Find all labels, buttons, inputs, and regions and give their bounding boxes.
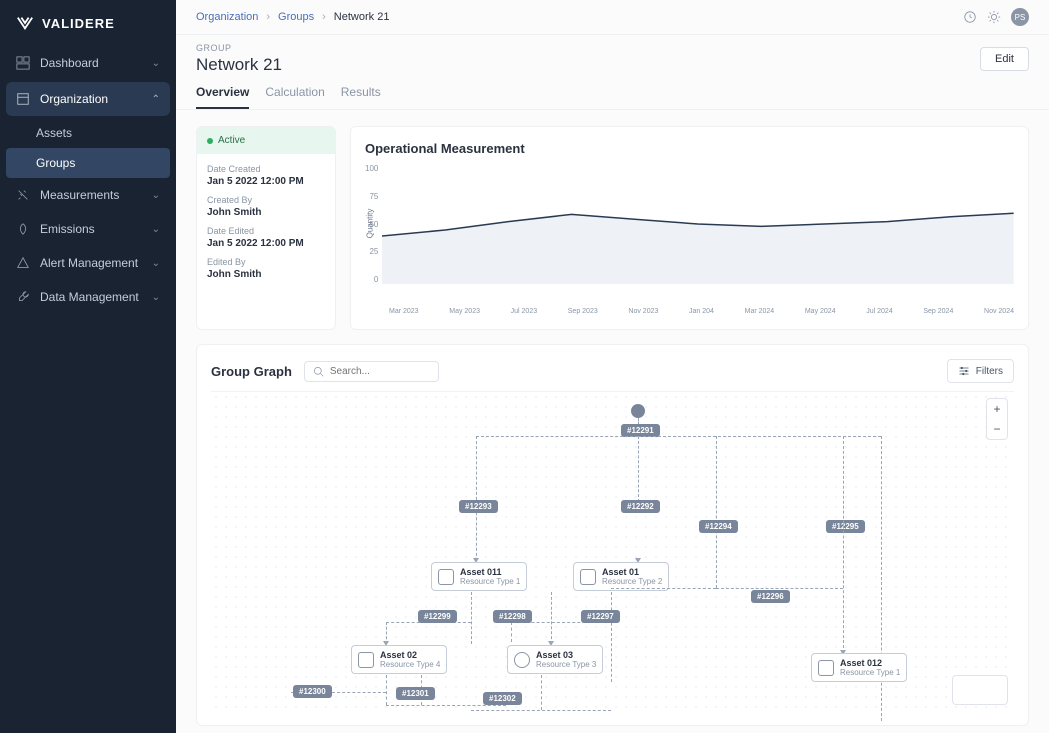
breadcrumb: Organization › Groups › Network 21 PS	[176, 0, 1049, 35]
info-panel: Active Date Created Jan 5 2022 12:00 PM …	[196, 126, 336, 330]
status-badge: Active	[197, 127, 335, 154]
date-edited-label: Date Edited	[207, 226, 325, 236]
sidebar-item-assets[interactable]: Assets	[0, 118, 176, 148]
date-edited-value: Jan 5 2022 12:00 PM	[207, 238, 325, 249]
tab-calculation[interactable]: Calculation	[265, 85, 324, 109]
edge-tag[interactable]: #12300	[293, 685, 332, 698]
zoom-controls: + −	[986, 398, 1008, 440]
status-dot-icon	[207, 138, 213, 144]
search-icon	[313, 366, 324, 377]
edge-tag[interactable]: #12302	[483, 692, 522, 705]
tabs: Overview Calculation Results	[196, 85, 1029, 109]
chevron-right-icon: ›	[266, 11, 270, 23]
x-axis: Mar 2023May 2023Jul 2023Sep 2023Nov 2023…	[365, 304, 1014, 315]
alert-icon	[16, 256, 30, 270]
edge-tag[interactable]: #12301	[396, 687, 435, 700]
search-box[interactable]	[304, 361, 439, 382]
sidebar-item-alert-management[interactable]: Alert Management ⌄	[0, 246, 176, 280]
asset-node[interactable]: Asset 02Resource Type 4	[351, 645, 447, 674]
crumb-groups[interactable]: Groups	[278, 11, 314, 23]
crumb-organization[interactable]: Organization	[196, 11, 258, 23]
edge-tag[interactable]: #12297	[581, 610, 620, 623]
wrench-icon	[16, 290, 30, 304]
page-title: Network 21	[196, 55, 1029, 75]
date-created-value: Jan 5 2022 12:00 PM	[207, 176, 325, 187]
zoom-out-button[interactable]: −	[987, 419, 1007, 439]
created-by-label: Created By	[207, 195, 325, 205]
asset-node[interactable]: Asset 012Resource Type 1	[811, 653, 907, 682]
chevron-down-icon: ⌄	[152, 292, 160, 303]
gear-icon[interactable]	[987, 10, 1001, 24]
entity-type: GROUP	[196, 43, 1029, 53]
graph-canvas[interactable]: + − #12291 #12293	[211, 391, 1014, 711]
sidebar-item-emissions[interactable]: Emissions ⌄	[0, 212, 176, 246]
edge-tag[interactable]: #12292	[621, 500, 660, 513]
chevron-down-icon: ⌄	[152, 190, 160, 201]
logo-icon	[16, 14, 34, 32]
clock-icon[interactable]	[963, 10, 977, 24]
edge-tag[interactable]: #12293	[459, 500, 498, 513]
page-header: GROUP Network 21 Edit Overview Calculati…	[176, 35, 1049, 110]
chart-title: Operational Measurement	[365, 141, 1014, 156]
graph-panel: Group Graph Filters + −	[196, 344, 1029, 726]
tab-overview[interactable]: Overview	[196, 85, 249, 109]
asset-node[interactable]: Asset 011Resource Type 1	[431, 562, 527, 591]
edit-button[interactable]: Edit	[980, 47, 1029, 71]
edge-tag[interactable]: #12296	[751, 590, 790, 603]
search-input[interactable]	[330, 366, 430, 377]
date-created-label: Date Created	[207, 164, 325, 174]
sidebar-item-organization[interactable]: Organization ⌃	[6, 82, 170, 116]
zoom-in-button[interactable]: +	[987, 399, 1007, 419]
asset-node[interactable]: Asset 03Resource Type 3	[507, 645, 603, 674]
circle-icon	[514, 652, 530, 668]
shield-icon	[818, 660, 834, 676]
measurements-icon	[16, 188, 30, 202]
y-axis-label: Quantity	[365, 209, 374, 239]
crumb-current: Network 21	[334, 11, 390, 23]
minimap[interactable]	[952, 675, 1008, 705]
shield-icon	[438, 569, 454, 585]
logo: VALIDERE	[0, 0, 176, 46]
avatar[interactable]: PS	[1011, 8, 1029, 26]
asset-node[interactable]: Asset 01Resource Type 2	[573, 562, 669, 591]
chevron-up-icon: ⌃	[152, 94, 160, 105]
start-node[interactable]	[631, 404, 645, 418]
sidebar-item-data-management[interactable]: Data Management ⌄	[0, 280, 176, 314]
square-icon	[358, 652, 374, 668]
graph-title: Group Graph	[211, 364, 292, 379]
sidebar-item-measurements[interactable]: Measurements ⌄	[0, 178, 176, 212]
tab-results[interactable]: Results	[341, 85, 381, 109]
filters-button[interactable]: Filters	[947, 359, 1014, 383]
chevron-down-icon: ⌄	[152, 58, 160, 69]
emissions-icon	[16, 222, 30, 236]
sidebar-item-groups[interactable]: Groups	[6, 148, 170, 178]
sidebar-item-dashboard[interactable]: Dashboard ⌄	[0, 46, 176, 80]
filters-icon	[958, 365, 970, 377]
main: Organization › Groups › Network 21 PS GR…	[176, 0, 1049, 733]
chevron-down-icon: ⌄	[152, 224, 160, 235]
edited-by-value: John Smith	[207, 269, 325, 280]
brand-text: VALIDERE	[42, 16, 115, 31]
edge-tag[interactable]: #12294	[699, 520, 738, 533]
edited-by-label: Edited By	[207, 257, 325, 267]
organization-icon	[16, 92, 30, 106]
edge-tag[interactable]: #12298	[493, 610, 532, 623]
edge-tag[interactable]: #12299	[418, 610, 457, 623]
content: Active Date Created Jan 5 2022 12:00 PM …	[176, 110, 1049, 733]
dashboard-icon	[16, 56, 30, 70]
chart-panel: Operational Measurement Quantity 100 75 …	[350, 126, 1029, 330]
created-by-value: John Smith	[207, 207, 325, 218]
chevron-right-icon: ›	[322, 11, 326, 23]
edge-tag[interactable]: #12295	[826, 520, 865, 533]
chevron-down-icon: ⌄	[152, 258, 160, 269]
cube-icon	[580, 569, 596, 585]
chart-plot	[382, 164, 1014, 304]
sidebar: VALIDERE Dashboard ⌄ Organization ⌃ Asse…	[0, 0, 176, 733]
